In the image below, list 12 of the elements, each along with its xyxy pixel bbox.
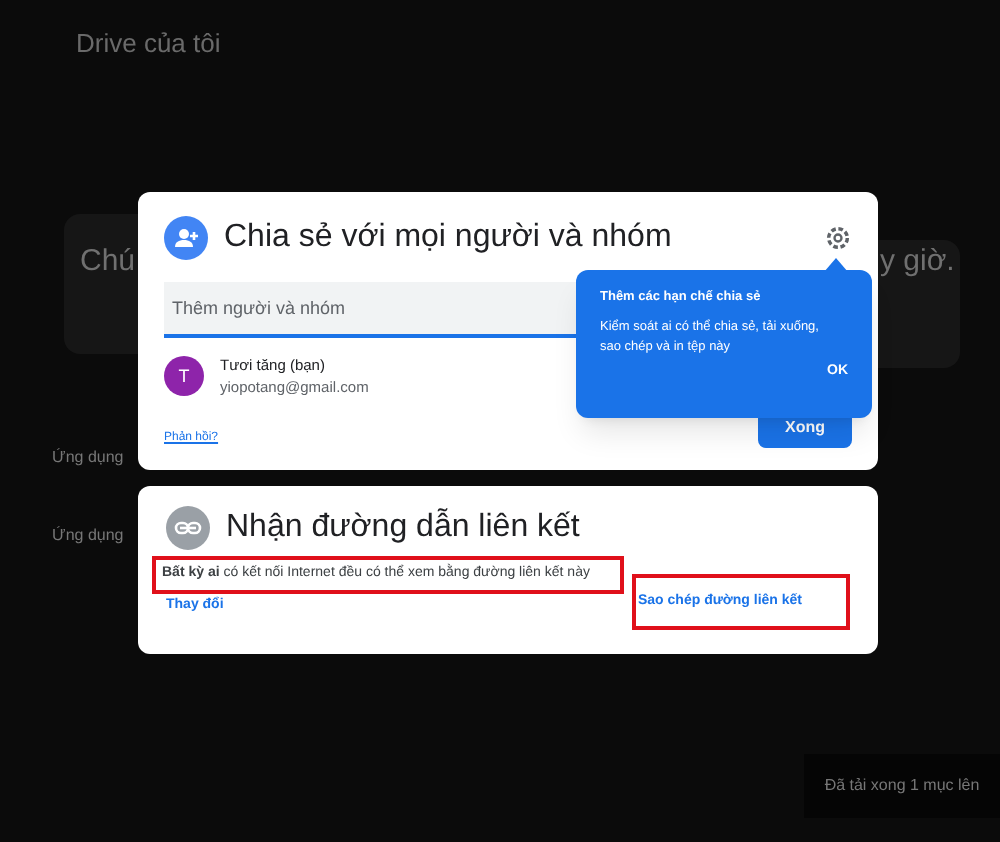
add-person-icon: [164, 216, 208, 260]
side-label: Ứng dụng: [52, 524, 124, 548]
settings-icon[interactable]: [824, 224, 852, 252]
link-icon: [166, 506, 210, 550]
dialog-title: Chia sẻ với mọi người và nhóm: [224, 218, 672, 258]
banner-text: Chú: [80, 242, 136, 282]
dialog-title: Nhận đường dẫn liên kết: [226, 506, 580, 548]
page-title: Drive của tôi: [76, 26, 221, 62]
side-label: Ứng dụng: [52, 446, 124, 470]
toast-text: Đã tải xong 1 mục lên: [824, 774, 980, 798]
avatar: T: [164, 356, 204, 397]
banner-text: y giờ.: [880, 242, 955, 282]
